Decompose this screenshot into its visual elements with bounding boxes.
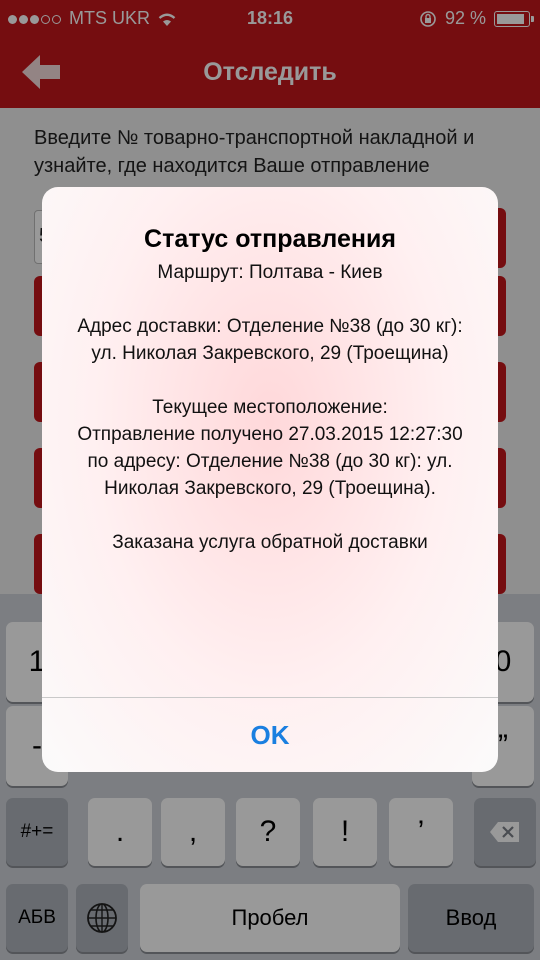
- current-location-text: Отправление получено 27.03.2015 12:27:30…: [77, 424, 463, 499]
- screen: MTS UKR 18:16 92 % Отследить Введите № т…: [0, 0, 540, 960]
- alert-message: Маршрут: Полтава - Киев Адрес доставки: …: [68, 259, 472, 556]
- route-text: Маршрут: Полтава - Киев: [157, 262, 383, 283]
- alert-title: Статус отправления: [144, 225, 396, 253]
- return-delivery-text: Заказана услуга обратной доставки: [112, 532, 428, 553]
- delivery-address-text: Адрес доставки: Отделение №38 (до 30 кг)…: [77, 316, 463, 364]
- status-alert: Статус отправления Маршрут: Полтава - Ки…: [42, 187, 498, 772]
- current-location-label: Текущее местоположение:: [152, 397, 388, 418]
- ok-button[interactable]: OK: [42, 698, 498, 772]
